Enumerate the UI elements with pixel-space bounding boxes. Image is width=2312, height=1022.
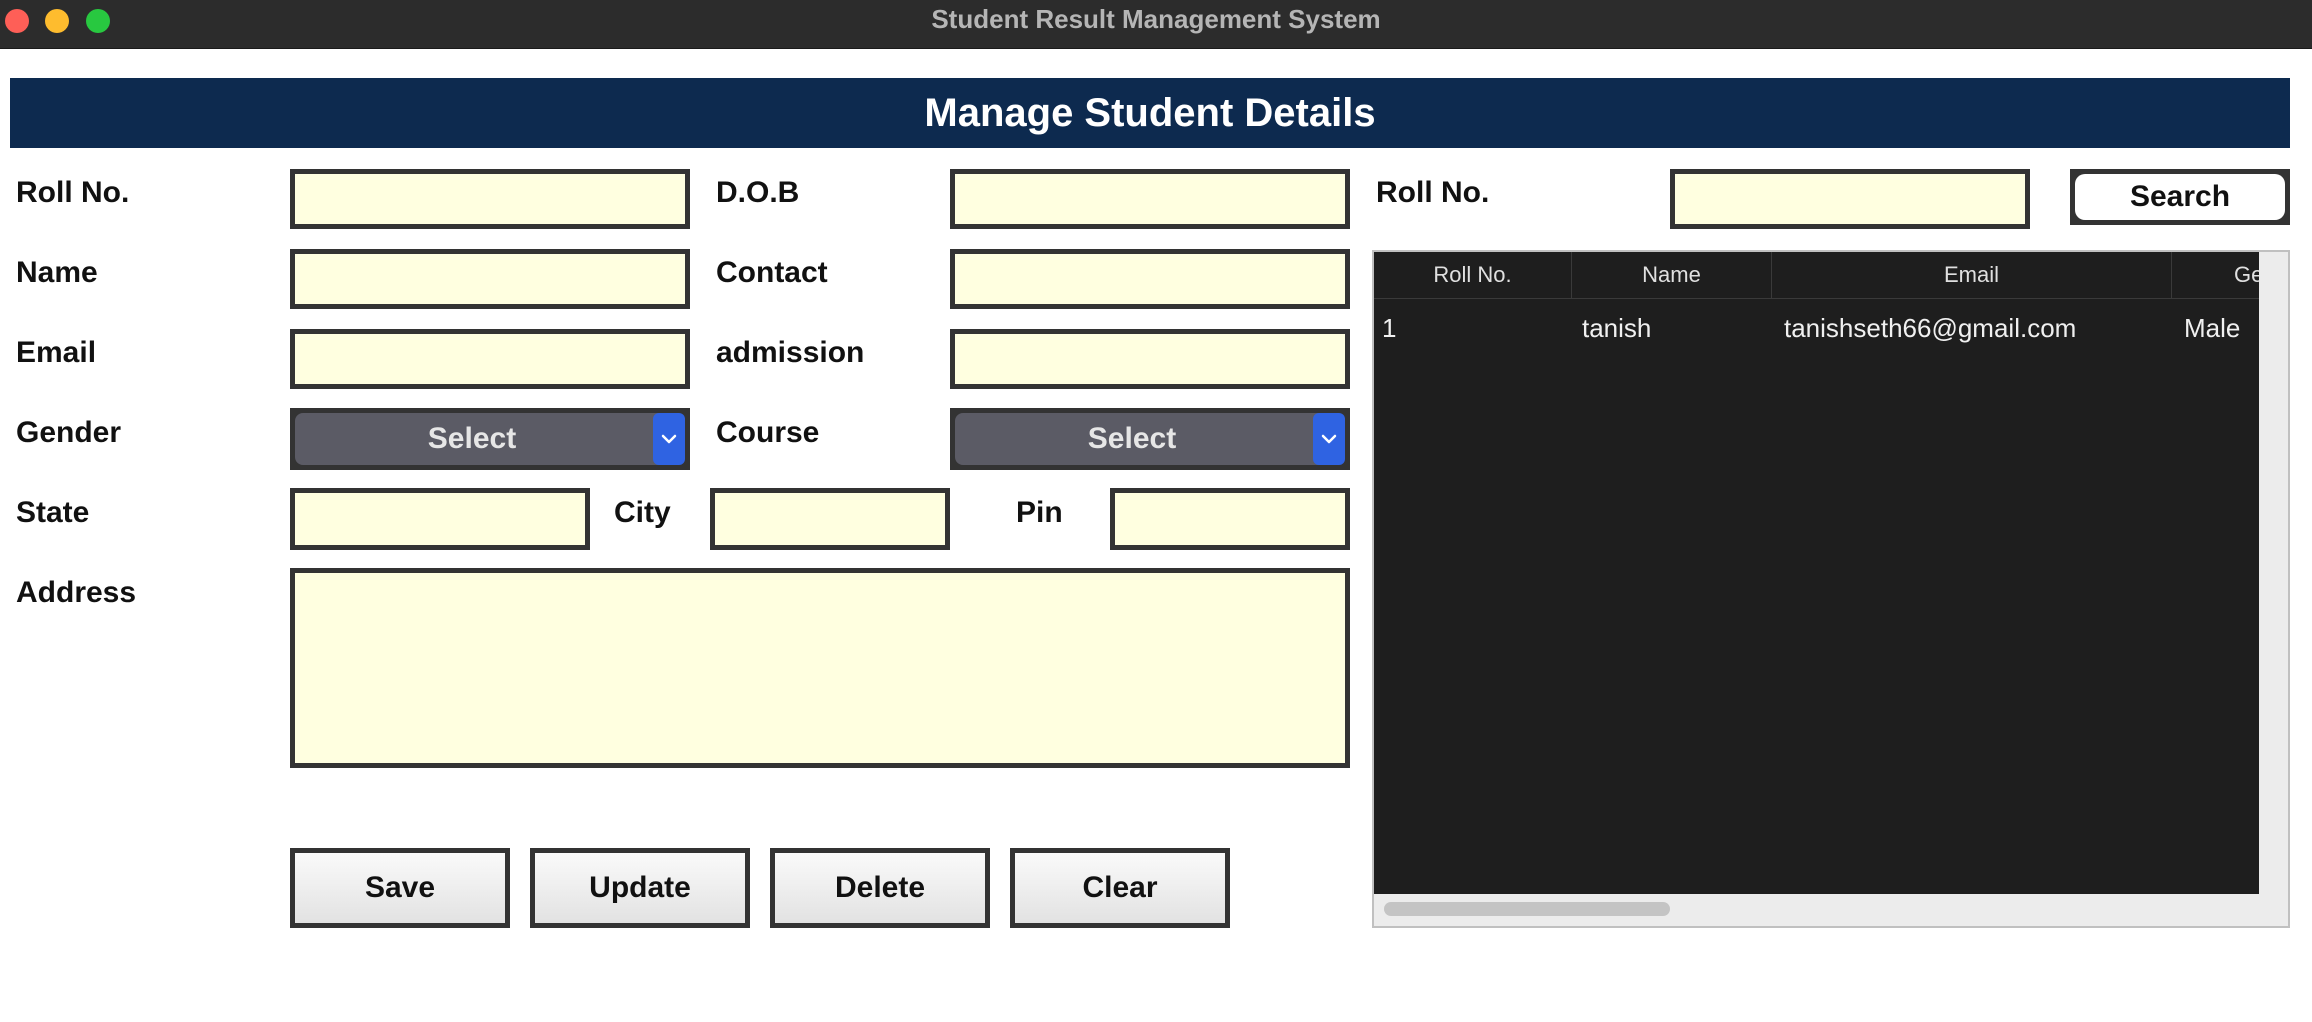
- search-button-label: Search: [2075, 174, 2285, 220]
- search-button[interactable]: Search: [2070, 169, 2290, 225]
- gender-select-face[interactable]: Select: [295, 413, 685, 465]
- delete-button[interactable]: Delete: [770, 848, 990, 928]
- gender-label: Gender: [16, 416, 122, 449]
- cell-gender: Male: [2184, 312, 2241, 343]
- pin-label: Pin: [1016, 496, 1063, 529]
- dob-input[interactable]: [950, 169, 1350, 229]
- city-label: City: [614, 496, 671, 529]
- column-header-roll-no[interactable]: Roll No.: [1374, 252, 1572, 298]
- cell-roll-no: 1: [1382, 312, 1397, 343]
- roll-no-label: Roll No.: [16, 176, 130, 209]
- name-label: Name: [16, 256, 98, 289]
- gender-select[interactable]: Select: [290, 408, 690, 470]
- search-roll-no-input[interactable]: [1670, 169, 2030, 229]
- chevron-down-icon[interactable]: [653, 413, 685, 465]
- course-select-value: Select: [1087, 422, 1177, 455]
- search-roll-no-label: Roll No.: [1376, 176, 1490, 209]
- column-header-email[interactable]: Email: [1772, 252, 2172, 298]
- state-label: State: [16, 496, 90, 529]
- students-table[interactable]: Roll No. Name Email Ge 1 tanish tanishse…: [1372, 250, 2290, 928]
- cell-name: tanish: [1582, 312, 1652, 343]
- vertical-scroll-gutter: [2259, 252, 2288, 894]
- course-label: Course: [716, 416, 820, 449]
- email-input[interactable]: [290, 329, 690, 389]
- roll-no-input[interactable]: [290, 169, 690, 229]
- chevron-down-icon[interactable]: [1313, 413, 1345, 465]
- column-header-name[interactable]: Name: [1572, 252, 1772, 298]
- email-label: Email: [16, 336, 97, 369]
- city-input[interactable]: [710, 488, 950, 550]
- gender-select-value: Select: [427, 422, 517, 455]
- course-select[interactable]: Select: [950, 408, 1350, 470]
- save-button[interactable]: Save: [290, 848, 510, 928]
- admission-label: admission: [716, 336, 865, 369]
- pin-input[interactable]: [1110, 488, 1350, 550]
- course-select-face[interactable]: Select: [955, 413, 1345, 465]
- state-input[interactable]: [290, 488, 590, 550]
- address-label: Address: [16, 576, 137, 609]
- address-textarea[interactable]: [290, 568, 1350, 768]
- window-title: Student Result Management System: [931, 4, 1381, 34]
- update-button[interactable]: Update: [530, 848, 750, 928]
- page-title: Manage Student Details: [10, 78, 2290, 148]
- contact-label: Contact: [716, 256, 828, 289]
- table-header: Roll No. Name Email Ge: [1374, 252, 2259, 299]
- clear-button[interactable]: Clear: [1010, 848, 1230, 928]
- contact-input[interactable]: [950, 249, 1350, 309]
- admission-input[interactable]: [950, 329, 1350, 389]
- dob-label: D.O.B: [716, 176, 800, 209]
- cell-email: tanishseth66@gmail.com: [1784, 312, 2077, 343]
- horizontal-scrollbar[interactable]: [1384, 902, 1670, 916]
- column-header-gender[interactable]: Ge: [2172, 252, 2259, 298]
- students-table-body[interactable]: Roll No. Name Email Ge 1 tanish tanishse…: [1374, 252, 2259, 894]
- name-input[interactable]: [290, 249, 690, 309]
- window-titlebar: Student Result Management System: [0, 0, 2312, 49]
